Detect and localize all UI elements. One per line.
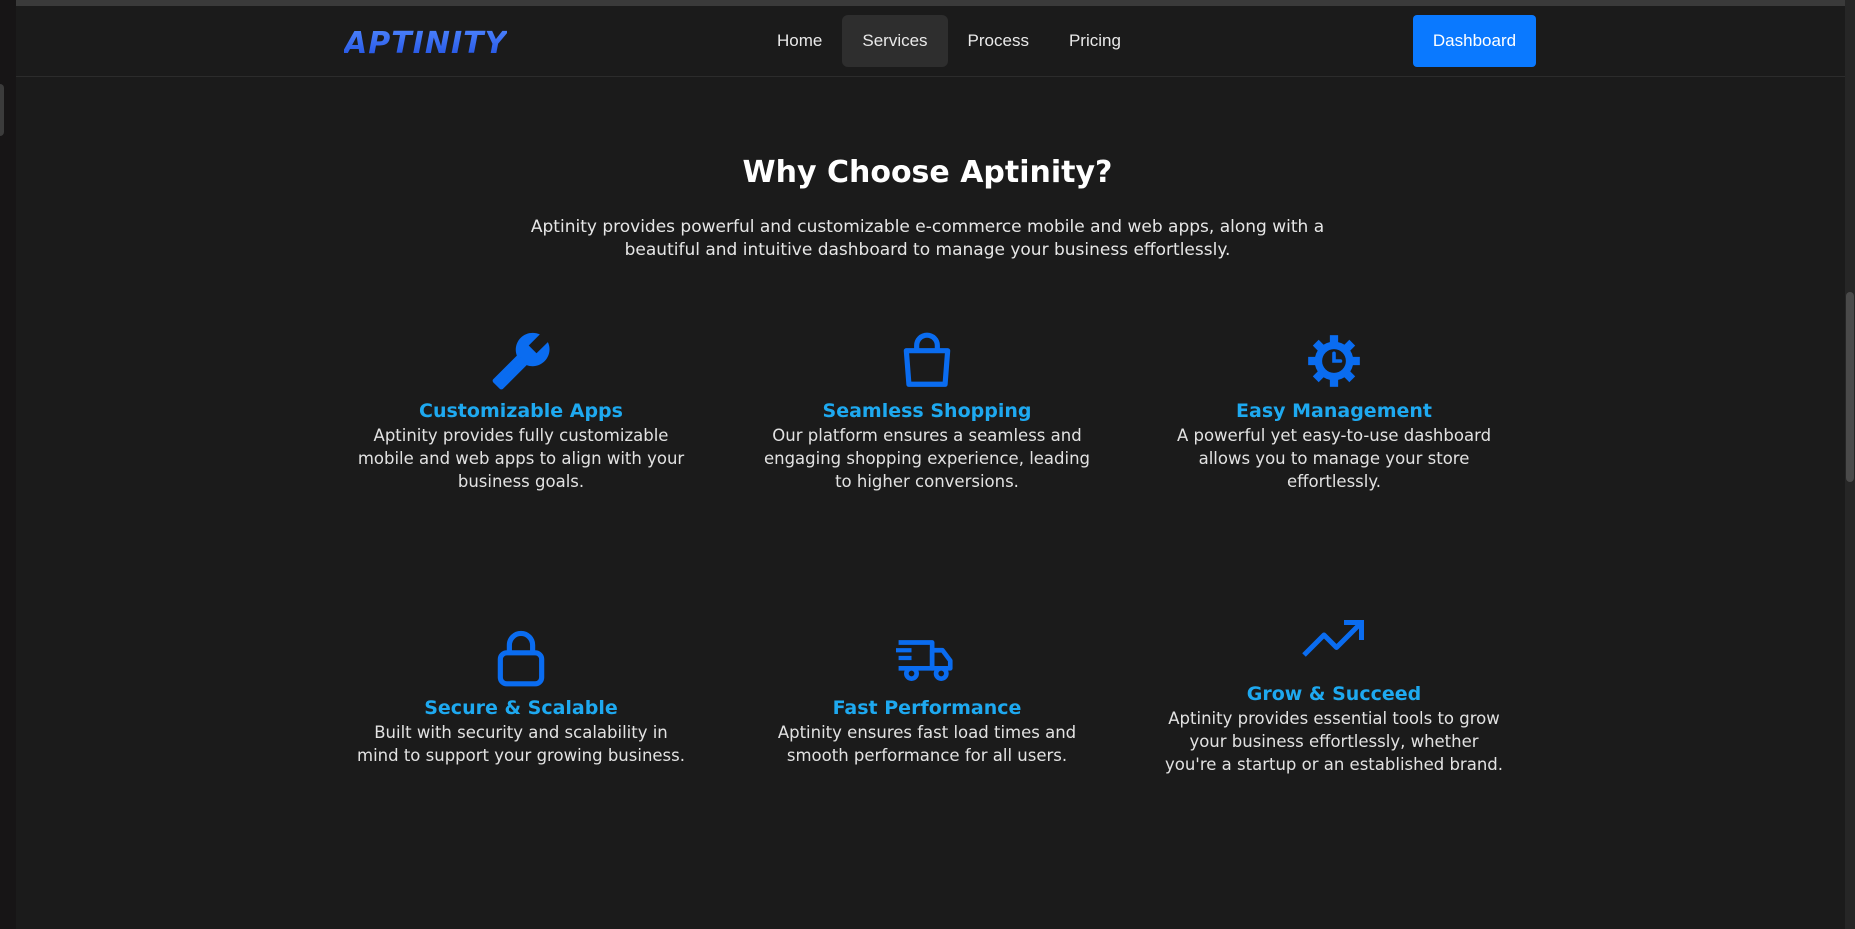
feature-description: Aptinity provides fully customizable mob… bbox=[357, 426, 685, 491]
feature-description: Aptinity provides essential tools to gro… bbox=[1164, 709, 1503, 774]
nav-home[interactable]: Home bbox=[757, 15, 842, 67]
tools-icon bbox=[492, 332, 550, 390]
section-subtitle: Aptinity provides powerful and customiza… bbox=[530, 217, 1325, 260]
feature-description: A powerful yet easy-to-use dashboard all… bbox=[1176, 426, 1492, 491]
lock-icon bbox=[497, 630, 545, 687]
feature-description: Aptinity ensures fast load times and smo… bbox=[777, 723, 1077, 765]
feature-title: Easy Management bbox=[1236, 400, 1432, 422]
dashboard-button[interactable]: Dashboard bbox=[1413, 15, 1536, 67]
feature-easy-management: Easy Management A powerful yet easy-to-u… bbox=[1164, 330, 1504, 493]
shopping-bag-icon bbox=[903, 332, 951, 387]
feature-title: Customizable Apps bbox=[419, 400, 623, 422]
feature-title: Fast Performance bbox=[832, 697, 1022, 719]
scrollbar-thumb[interactable] bbox=[1846, 292, 1854, 482]
trending-up-icon bbox=[1302, 620, 1364, 657]
main-nav: Home Services Process Pricing bbox=[757, 15, 1141, 67]
feature-title: Secure & Scalable bbox=[424, 697, 618, 719]
left-side-strip bbox=[0, 0, 16, 929]
gear-clock-icon bbox=[1308, 335, 1360, 387]
feature-title: Grow & Succeed bbox=[1246, 683, 1422, 705]
scrollbar[interactable] bbox=[1845, 0, 1855, 929]
navbar: APTINITY Home Services Process Pricing D… bbox=[16, 6, 1845, 77]
feature-description: Built with security and scalability in m… bbox=[357, 723, 685, 765]
feature-secure-scalable: Secure & Scalable Built with security an… bbox=[351, 627, 691, 767]
delivery-truck-icon bbox=[896, 640, 953, 681]
page: APTINITY Home Services Process Pricing D… bbox=[0, 0, 1855, 929]
section-title: Why Choose Aptinity? bbox=[742, 155, 1113, 190]
feature-customizable-apps: Customizable Apps Aptinity provides full… bbox=[351, 330, 691, 493]
aptinity-logo[interactable]: APTINITY bbox=[344, 26, 507, 61]
feature-title: Seamless Shopping bbox=[822, 400, 1032, 422]
side-indicator bbox=[0, 84, 4, 136]
feature-seamless-shopping: Seamless Shopping Our platform ensures a… bbox=[757, 330, 1097, 493]
nav-services[interactable]: Services bbox=[842, 15, 948, 67]
nav-pricing[interactable]: Pricing bbox=[1049, 15, 1141, 67]
feature-fast-performance: Fast Performance Aptinity ensures fast l… bbox=[757, 627, 1097, 767]
feature-grow-succeed: Grow & Succeed Aptinity provides essenti… bbox=[1164, 615, 1504, 776]
nav-process[interactable]: Process bbox=[948, 15, 1049, 67]
feature-description: Our platform ensures a seamless and enga… bbox=[763, 426, 1091, 491]
